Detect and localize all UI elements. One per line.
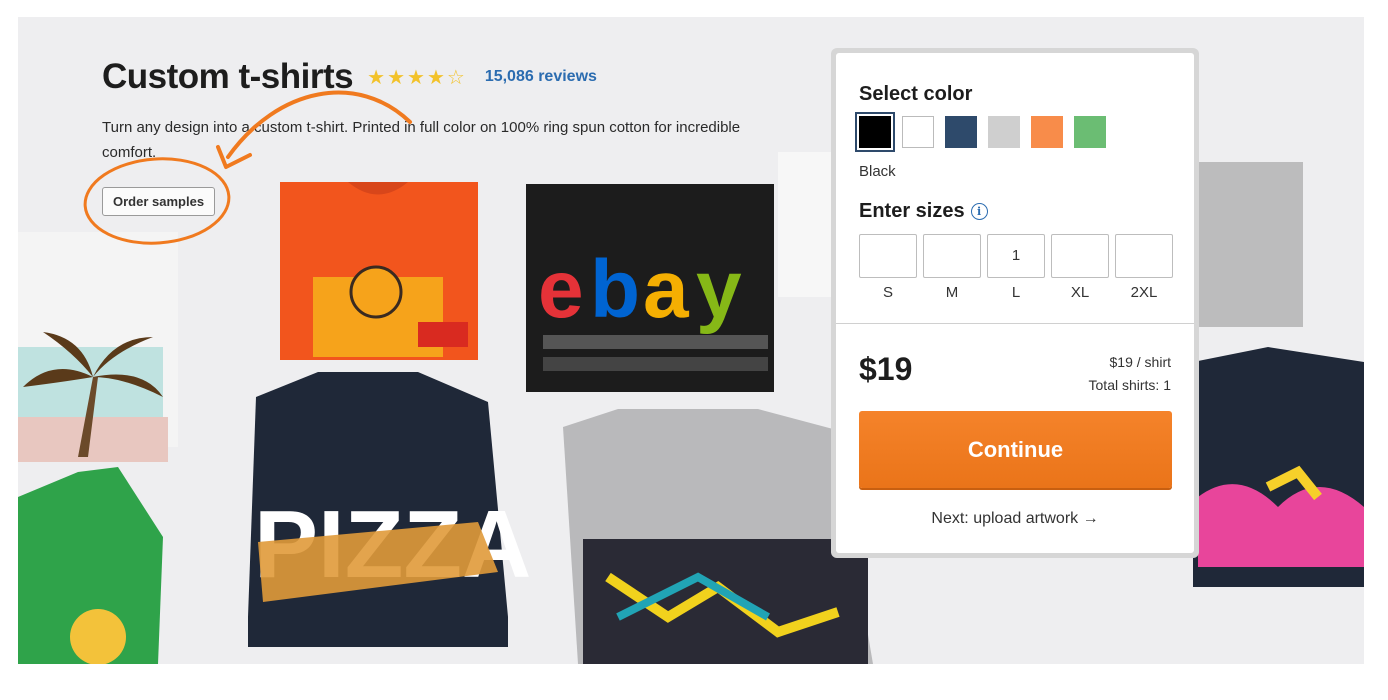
navy-pizza-shirt-image: PIZZA xyxy=(248,372,531,647)
size-input-s[interactable] xyxy=(859,234,917,278)
size-label-xl: XL xyxy=(1070,284,1090,301)
order-panel: Select color Black Enter sizes i S M 1 L… xyxy=(831,48,1199,558)
size-label-s: S xyxy=(882,284,893,301)
size-input-2xl[interactable] xyxy=(1115,234,1173,278)
size-label-2xl: 2XL xyxy=(1130,284,1158,301)
ebay-letter-a: a xyxy=(643,244,690,335)
color-swatch-black[interactable] xyxy=(859,116,891,148)
reviews-link[interactable]: 15,086 reviews xyxy=(485,68,597,86)
selected-color-label: Black xyxy=(859,163,896,180)
star-half-icon: ☆ xyxy=(446,66,465,89)
black-ebay-shirt-image: e b a y xyxy=(526,184,774,392)
enter-sizes-label: Enter sizes xyxy=(859,200,965,222)
size-label-m: M xyxy=(945,284,959,301)
green-shirt-image xyxy=(18,467,163,664)
size-inputs: S M 1 L XL 2XL xyxy=(859,234,1173,301)
color-swatch-green[interactable] xyxy=(1074,116,1106,148)
ebay-letter-y: y xyxy=(696,244,742,335)
size-input-m[interactable] xyxy=(923,234,981,278)
color-swatch-navy[interactable] xyxy=(945,116,977,148)
gray-graffiti-shirt-image xyxy=(563,409,873,664)
next-upload-artwork-link[interactable]: Next: upload artwork → xyxy=(836,510,1194,528)
price-per-shirt: $19 / shirt xyxy=(1109,354,1171,370)
size-input-l[interactable]: 1 xyxy=(987,234,1045,278)
panel-divider xyxy=(836,323,1194,324)
color-swatches xyxy=(859,116,1106,148)
color-swatch-white[interactable] xyxy=(902,116,934,148)
ebay-letter-b: b xyxy=(590,244,640,335)
enter-sizes-title: Enter sizes i xyxy=(859,200,988,223)
continue-button[interactable]: Continue xyxy=(859,411,1172,488)
order-panel-body: Select color Black Enter sizes i S M 1 L… xyxy=(836,53,1194,553)
size-label-l: L xyxy=(1011,284,1021,301)
total-shirts: Total shirts: 1 xyxy=(1088,377,1171,393)
annotation-circle xyxy=(83,157,231,245)
ebay-letter-e: e xyxy=(538,244,584,335)
size-input-xl[interactable] xyxy=(1051,234,1109,278)
annotation-arrow xyxy=(226,90,412,159)
color-swatch-gray[interactable] xyxy=(988,116,1020,148)
price-total: $19 xyxy=(859,351,913,387)
price-details: $19 / shirt Total shirts: 1 xyxy=(1089,351,1171,397)
color-swatch-orange[interactable] xyxy=(1031,116,1063,148)
hand-drawn-annotation xyxy=(83,90,412,245)
info-icon[interactable]: i xyxy=(970,203,988,220)
navy-spring-shirt-image xyxy=(1193,347,1364,587)
select-color-title: Select color xyxy=(859,83,973,105)
gray-shirt-right-image xyxy=(1193,162,1303,327)
